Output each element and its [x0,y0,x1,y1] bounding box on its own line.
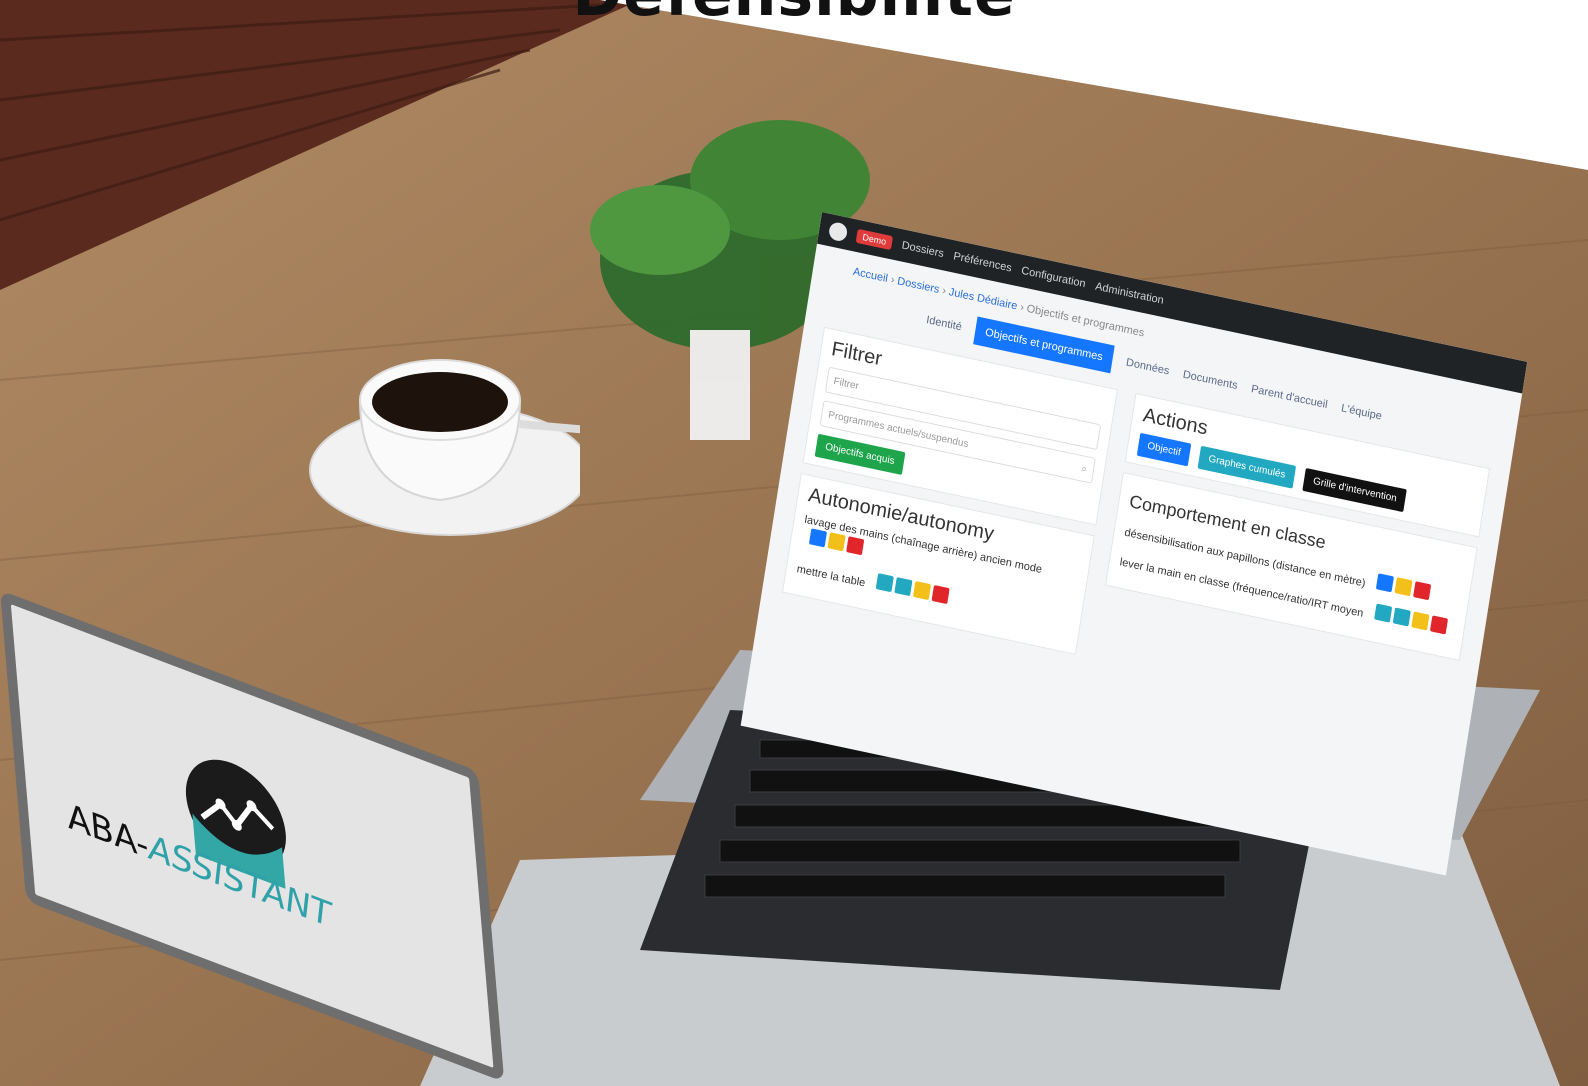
nav-configuration[interactable]: Configuration [1020,265,1086,290]
search-icon[interactable]: ⌕ [1081,463,1088,475]
item-label: mettre la table [795,563,867,590]
page-heading: Défensibilité [0,0,1588,30]
breadcrumb-separator: › [1019,301,1025,314]
nav-dossiers[interactable]: Dossiers [901,239,945,260]
view-icon[interactable] [808,528,828,548]
item-actions [1373,603,1448,635]
chart-icon[interactable] [894,577,913,597]
filter-placeholder: Filtrer [832,375,860,392]
breadcrumb-accueil[interactable]: Accueil [852,266,889,285]
delete-icon[interactable] [1412,581,1432,601]
data-icon[interactable] [1373,603,1392,623]
tab-identite[interactable]: Identité [925,314,962,333]
photo-scene: Défensibilité ABA-ASSISTANT [0,0,1588,1086]
edit-icon[interactable] [1394,577,1413,597]
breadcrumb-separator: › [941,284,947,298]
breadcrumb-separator: › [889,273,896,287]
delete-icon[interactable] [846,536,865,556]
tab-donnees[interactable]: Données [1125,356,1170,377]
delete-icon[interactable] [1429,615,1448,635]
nav-administration[interactable]: Administration [1094,280,1164,306]
brand-name-part1: ABA- [65,795,151,868]
edit-icon[interactable] [912,580,931,601]
chart-icon[interactable] [1392,607,1411,627]
delete-icon[interactable] [931,584,950,605]
tab-equipe[interactable]: L'équipe [1340,402,1382,422]
item-actions [1375,573,1432,601]
coffee-cup [309,359,580,536]
edit-icon[interactable] [827,532,846,552]
left-column: Filtrer Filtrer Programmes actuels/suspe… [780,326,1118,665]
item-actions [875,573,950,605]
demo-badge: Demo [855,228,894,251]
edit-icon[interactable] [1410,611,1429,631]
data-icon[interactable] [875,573,894,593]
tab-documents[interactable]: Documents [1182,369,1238,392]
add-objective-button[interactable]: Objectif [1136,432,1192,467]
nav-preferences[interactable]: Préférences [953,250,1013,274]
breadcrumb-dossiers[interactable]: Dossiers [896,275,940,296]
tab-parent[interactable]: Parent d'accueil [1250,383,1328,411]
view-icon[interactable] [1375,573,1394,593]
app-logo-icon [827,220,849,243]
